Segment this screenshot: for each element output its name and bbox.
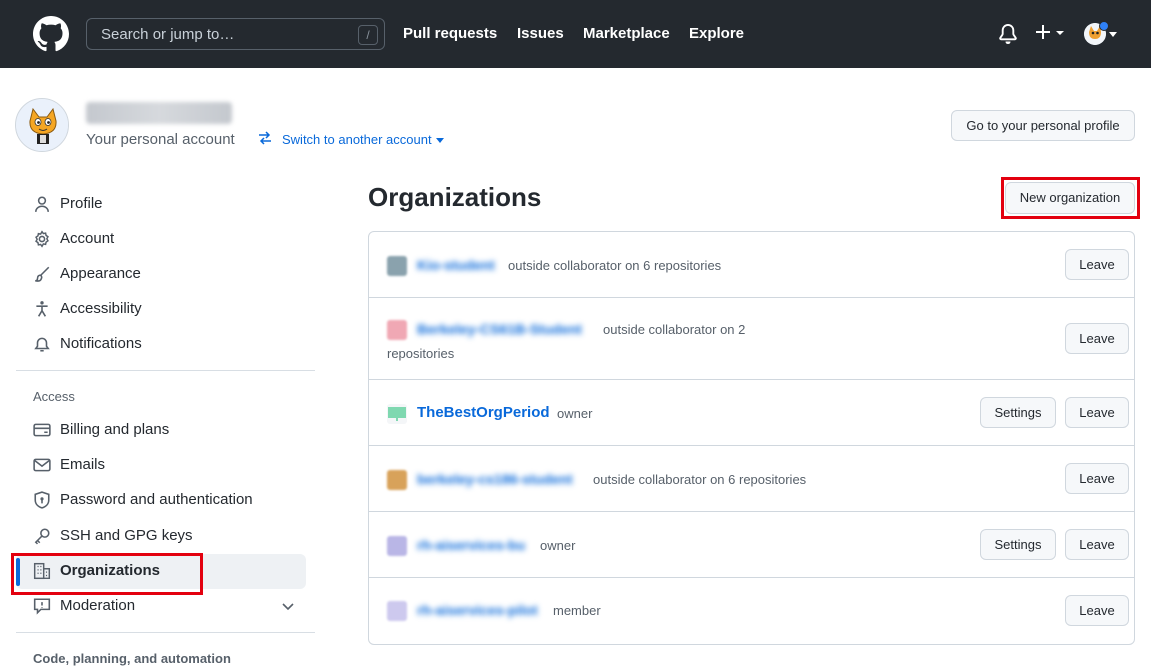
sidebar-section-access: Access <box>33 389 75 404</box>
create-new-plus-icon[interactable] <box>1035 21 1071 45</box>
search-placeholder: Search or jump to… <box>101 26 235 43</box>
org-row: TheBestOrgPeriod owner Settings Leave <box>369 380 1134 446</box>
org-row: Berkeley-CS61B-Student outside collabora… <box>369 298 1134 380</box>
switch-arrows-icon[interactable] <box>257 130 273 146</box>
sidebar-item-ssh-gpg[interactable]: SSH and GPG keys <box>33 519 305 553</box>
notifications-bell-icon[interactable] <box>998 24 1018 44</box>
sidebar-item-password[interactable]: Password and authentication <box>33 483 305 517</box>
account-username-blurred <box>86 102 232 124</box>
sidebar-item-label: Emails <box>60 456 106 473</box>
org-avatar <box>387 404 407 424</box>
nav-explore[interactable]: Explore <box>689 25 744 42</box>
sidebar-item-label: Notifications <box>60 335 142 352</box>
org-name-blurred[interactable]: Berkeley-CS61B-Student <box>417 321 582 337</box>
organizations-list: Kio-student outside collaborator on 6 re… <box>368 231 1135 645</box>
org-role: outside collaborator on 6 repositories <box>508 258 722 273</box>
nav-marketplace[interactable]: Marketplace <box>583 25 670 42</box>
account-subtitle: Your personal account <box>86 131 235 148</box>
org-name-blurred[interactable]: rh-aiservices-bu <box>417 537 525 553</box>
report-icon <box>33 598 51 615</box>
credit-card-icon <box>33 423 51 437</box>
sidebar-item-label: Moderation <box>60 597 136 614</box>
sidebar-item-label: Profile <box>60 195 103 212</box>
org-name-blurred[interactable]: berkeley-cs186-student <box>417 471 573 487</box>
sidebar-item-label: Account <box>60 230 115 247</box>
org-role: owner <box>557 406 593 421</box>
sidebar-item-label: Accessibility <box>60 300 142 317</box>
switch-caret-icon <box>435 138 444 144</box>
highlight-box-new-organization <box>1001 177 1140 219</box>
switch-account-link[interactable]: Switch to another account <box>282 132 444 147</box>
sidebar-item-label: Billing and plans <box>60 421 170 438</box>
person-icon <box>35 196 49 212</box>
sidebar-item-accessibility[interactable]: Accessibility <box>33 292 305 326</box>
settings-button[interactable]: Settings <box>980 397 1056 428</box>
org-role: outside collaborator on 6 repositories <box>593 472 807 487</box>
top-navigation-bar: Search or jump to… / Pull requests Issue… <box>0 0 1151 68</box>
org-name-blurred[interactable]: rh-aiservices-pilot <box>417 602 538 618</box>
org-row: rh-aiservices-bu owner Settings Leave <box>369 512 1134 578</box>
mail-icon <box>33 458 51 472</box>
paintbrush-icon <box>35 266 50 282</box>
switch-account-label: Switch to another account <box>282 132 432 147</box>
org-row: rh-aiservices-pilot member Leave <box>369 578 1134 644</box>
org-name-link[interactable]: TheBestOrgPeriod <box>417 404 550 421</box>
scratch-cat-avatar-icon <box>16 99 68 151</box>
leave-button[interactable]: Leave <box>1065 529 1129 560</box>
leave-button[interactable]: Leave <box>1065 595 1129 626</box>
sidebar-section-code: Code, planning, and automation <box>33 651 231 666</box>
org-row: berkeley-cs186-student outside collabora… <box>369 446 1134 512</box>
sidebar-item-emails[interactable]: Emails <box>33 448 305 482</box>
highlight-box-organizations <box>11 553 203 595</box>
org-role: member <box>553 603 601 618</box>
sidebar-item-appearance[interactable]: Appearance <box>33 257 305 291</box>
sidebar-divider <box>16 370 315 371</box>
sidebar-item-label: Appearance <box>60 265 141 282</box>
sidebar-item-label: SSH and GPG keys <box>60 527 193 544</box>
accessibility-icon <box>36 301 48 317</box>
account-avatar <box>15 98 69 152</box>
status-dot-icon <box>1099 21 1109 31</box>
leave-button[interactable]: Leave <box>1065 323 1129 354</box>
search-input[interactable]: Search or jump to… / <box>86 18 385 50</box>
org-avatar <box>387 320 407 340</box>
page-title: Organizations <box>368 182 542 212</box>
bell-icon <box>34 337 50 352</box>
sidebar-divider <box>16 632 315 633</box>
leave-button[interactable]: Leave <box>1065 397 1129 428</box>
org-avatar <box>387 256 407 276</box>
nav-pull-requests[interactable]: Pull requests <box>403 25 497 42</box>
avatar-caret-icon[interactable] <box>1109 32 1117 37</box>
key-icon <box>34 528 50 545</box>
org-avatar <box>387 470 407 490</box>
org-avatar <box>387 536 407 556</box>
sidebar-item-notifications[interactable]: Notifications <box>33 327 305 361</box>
sidebar-item-account[interactable]: Account <box>33 222 305 256</box>
chevron-down-icon[interactable] <box>281 602 295 612</box>
go-to-profile-button[interactable]: Go to your personal profile <box>951 110 1135 141</box>
gear-icon <box>35 230 49 248</box>
org-role: owner <box>540 538 576 553</box>
sidebar-item-billing[interactable]: Billing and plans <box>33 413 305 447</box>
shield-lock-icon <box>34 491 50 509</box>
org-role-continued: repositories <box>387 346 455 361</box>
search-shortcut-key: / <box>358 25 378 45</box>
leave-button[interactable]: Leave <box>1065 249 1129 280</box>
leave-button[interactable]: Leave <box>1065 463 1129 494</box>
sidebar-item-label: Password and authentication <box>60 491 253 508</box>
sidebar-item-profile[interactable]: Profile <box>33 187 305 221</box>
org-avatar <box>387 601 407 621</box>
settings-button[interactable]: Settings <box>980 529 1056 560</box>
org-role: outside collaborator on 2 <box>603 322 746 337</box>
github-logo-icon[interactable] <box>33 16 69 52</box>
org-row: Kio-student outside collaborator on 6 re… <box>369 232 1134 298</box>
org-name-blurred[interactable]: Kio-student <box>417 257 495 273</box>
nav-issues[interactable]: Issues <box>517 25 564 42</box>
